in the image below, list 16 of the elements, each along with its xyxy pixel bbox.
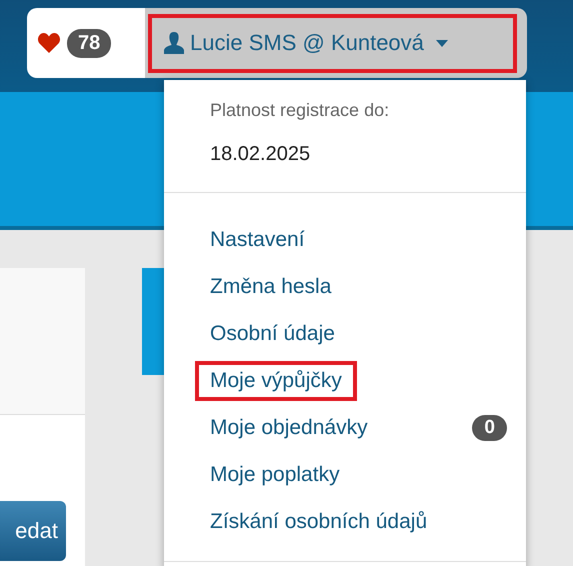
menu-item[interactable]: Nastavení: [195, 220, 320, 260]
menu-item[interactable]: Změna hesla: [195, 266, 346, 306]
heart-icon[interactable]: [37, 32, 61, 54]
user-icon: [164, 31, 184, 55]
menu-item[interactable]: Moje poplatky: [195, 454, 355, 494]
registration-label: Platnost registrace do:: [210, 100, 390, 121]
count-badge: 0: [472, 414, 507, 440]
menu-item[interactable]: Osobní údaje: [195, 314, 350, 354]
menu-item[interactable]: Moje výpůjčky: [195, 360, 357, 400]
registration-date: 18.02.2025: [210, 143, 312, 166]
action-button[interactable]: edat: [0, 501, 66, 561]
caret-icon: [436, 40, 448, 46]
menu-item[interactable]: Moje objednávky: [195, 408, 383, 448]
user-menu-button[interactable]: Lucie SMS @ Kunteová: [148, 14, 517, 72]
menu-item[interactable]: Získání osobních údajů: [195, 502, 442, 542]
favorites-count: 78: [67, 28, 112, 58]
